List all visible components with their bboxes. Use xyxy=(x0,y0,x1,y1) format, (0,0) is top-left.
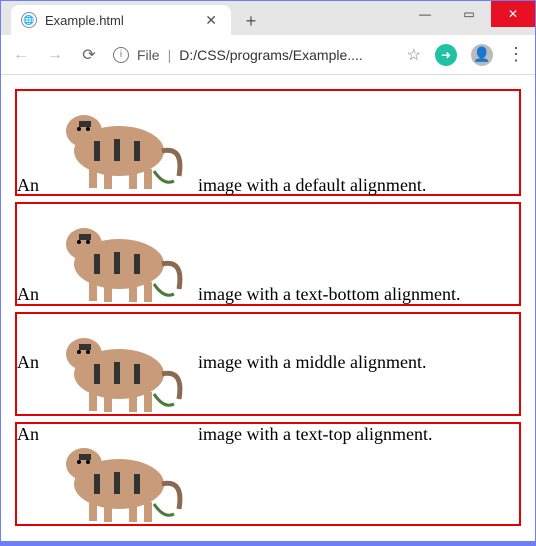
row-prefix: An xyxy=(17,424,39,444)
row-suffix: image with a middle alignment. xyxy=(198,352,426,372)
site-info-icon[interactable]: i xyxy=(113,47,129,63)
example-row-default: An image with a default alignment. xyxy=(15,89,521,196)
new-tab-button[interactable]: + xyxy=(237,7,265,35)
tiger-image xyxy=(44,314,194,414)
address-bar[interactable]: i File | D:/CSS/programs/Example.... xyxy=(113,47,393,63)
extension-icon[interactable]: ➜ xyxy=(435,44,457,66)
example-row-text-bottom: An image with a text-bottom alignment. xyxy=(15,202,521,306)
reload-button[interactable]: ⟳ xyxy=(79,45,99,65)
row-suffix: image with a text-top alignment. xyxy=(198,424,432,444)
titlebar: — ▭ ✕ 🌐 Example.html ✕ + xyxy=(1,1,535,35)
minimize-button[interactable]: — xyxy=(403,1,447,27)
example-row-text-top: An image with a text-top alignment. xyxy=(15,422,521,526)
row-prefix: An xyxy=(17,284,39,304)
url-scheme: File xyxy=(137,47,160,63)
row-prefix: An xyxy=(17,175,39,195)
browser-window: — ▭ ✕ 🌐 Example.html ✕ + ← → ⟳ i File | … xyxy=(0,0,536,542)
tab-title: Example.html xyxy=(45,13,193,28)
page-content: An image with a default alignment. An xyxy=(1,75,535,546)
url-path: D:/CSS/programs/Example.... xyxy=(179,47,363,63)
maximize-button[interactable]: ▭ xyxy=(447,1,491,27)
url-separator: | xyxy=(168,47,172,63)
close-button[interactable]: ✕ xyxy=(491,1,535,27)
row-prefix: An xyxy=(17,352,39,372)
tab-close-icon[interactable]: ✕ xyxy=(201,12,221,29)
back-button[interactable]: ← xyxy=(11,46,31,64)
tiger-image xyxy=(44,91,194,191)
tiger-image xyxy=(44,204,194,304)
browser-tab-active[interactable]: 🌐 Example.html ✕ xyxy=(11,5,231,35)
row-suffix: image with a default alignment. xyxy=(198,175,426,195)
row-suffix: image with a text-bottom alignment. xyxy=(198,284,460,304)
bookmark-star-icon[interactable]: ☆ xyxy=(407,45,421,65)
forward-button[interactable]: → xyxy=(45,46,65,64)
kebab-menu-icon[interactable]: ⋮ xyxy=(507,44,525,65)
window-controls: — ▭ ✕ xyxy=(403,1,535,27)
tiger-image xyxy=(44,424,194,524)
example-row-middle: An image with a middle alignment. xyxy=(15,312,521,416)
tab-strip: 🌐 Example.html ✕ + xyxy=(1,1,265,35)
toolbar: ← → ⟳ i File | D:/CSS/programs/Example..… xyxy=(1,35,535,75)
globe-icon: 🌐 xyxy=(21,12,37,28)
profile-icon[interactable]: 👤 xyxy=(471,44,493,66)
